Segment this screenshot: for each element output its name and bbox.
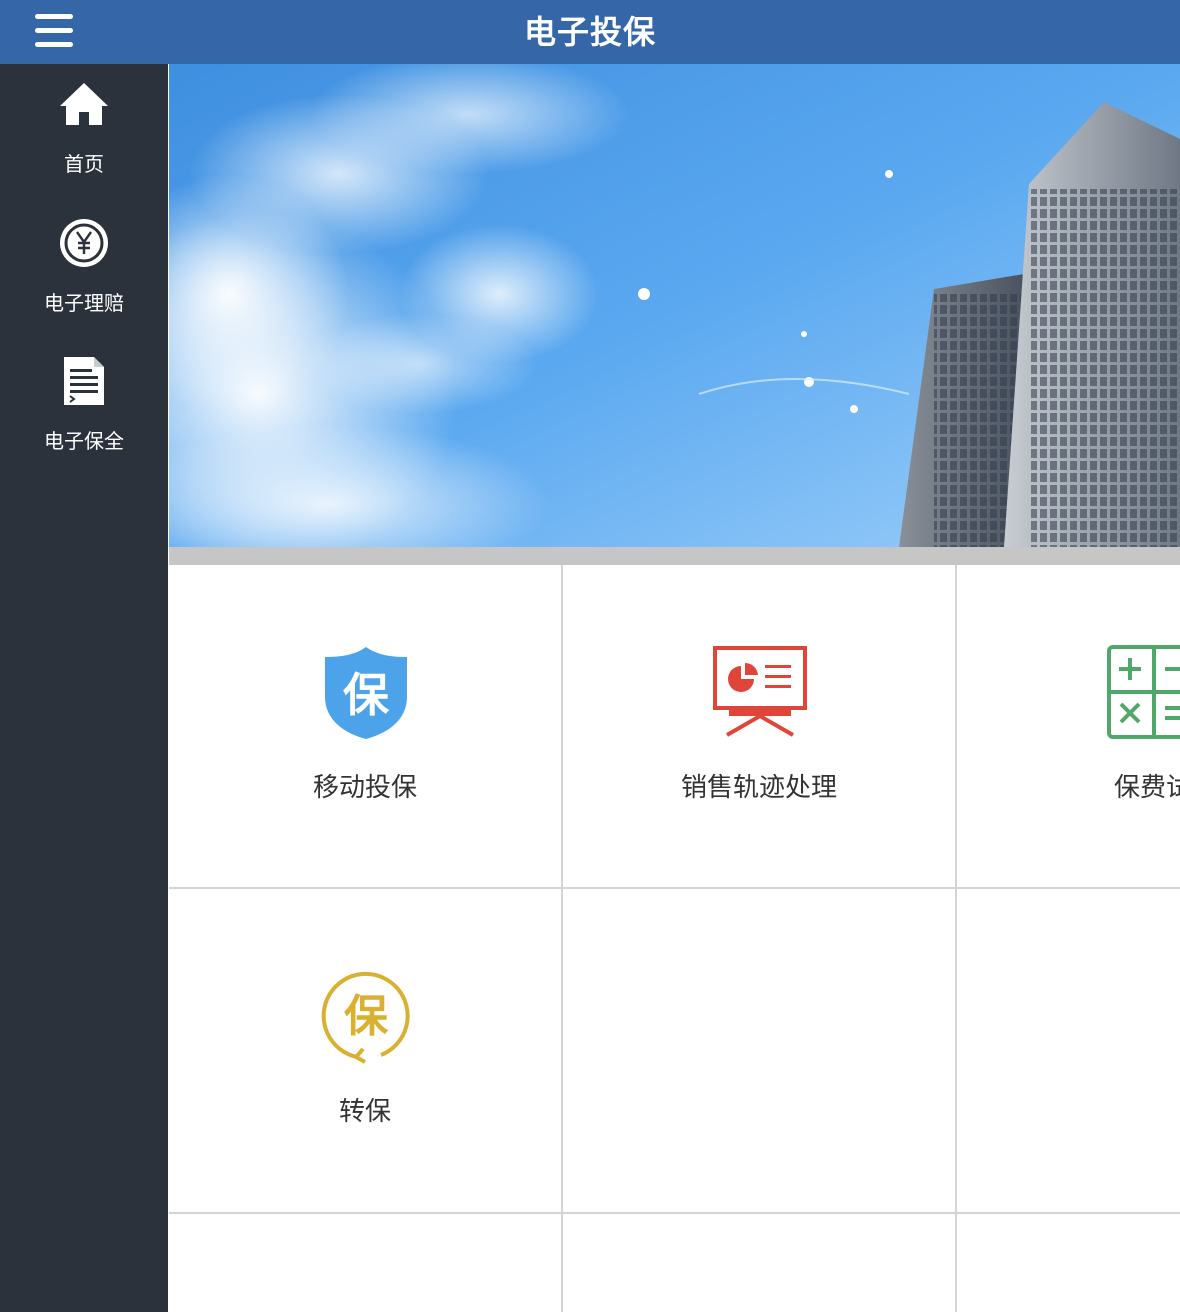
banner-divider <box>169 547 1180 565</box>
tile-label: 保费试 <box>1113 773 1180 803</box>
sky-buildings-illustration <box>169 64 1180 547</box>
presentation-chart-icon <box>713 646 807 737</box>
sidebar-item-preservation[interactable]: 电子保全 <box>0 341 168 471</box>
sidebar-item-label: 电子保全 <box>44 429 124 453</box>
tile-transfer-insure[interactable]: 保 转保 <box>169 889 561 1211</box>
document-icon <box>64 357 104 405</box>
sidebar-item-claims[interactable]: 电子理赔 <box>0 203 168 333</box>
sidebar-item-label: 电子理赔 <box>44 291 124 315</box>
tile-label: 移动投保 <box>312 773 417 803</box>
page-title: 电子投保 <box>523 13 656 51</box>
bao-shield-icon: 保 <box>325 647 407 739</box>
bao-circular-arrow-icon: 保 <box>321 971 410 1064</box>
grid-divider <box>169 1212 1180 1214</box>
tile-premium-calc[interactable]: 保费试 <box>957 565 1180 887</box>
svg-text:保: 保 <box>344 991 389 1042</box>
tile-mobile-insure[interactable]: 保 移动投保 <box>169 565 561 887</box>
banner-image <box>169 64 1180 547</box>
sidebar: 首页 电子理赔 电子保全 <box>0 64 168 1312</box>
home-icon <box>60 83 108 125</box>
function-grid: 保 移动投保 销售轨迹处理 保费试 保 转保 <box>169 565 1180 1312</box>
tile-label: 转保 <box>338 1097 391 1127</box>
app-header: 电子投保 <box>0 0 1180 64</box>
svg-text:保: 保 <box>343 668 390 722</box>
yen-coin-icon <box>60 219 108 267</box>
calculator-icon <box>1107 645 1180 739</box>
tile-sales-track[interactable]: 销售轨迹处理 <box>563 565 955 887</box>
empty-tile <box>957 889 1180 1211</box>
sidebar-item-label: 首页 <box>64 152 104 176</box>
tile-label: 销售轨迹处理 <box>680 773 837 803</box>
sidebar-item-home[interactable]: 首页 <box>0 64 168 194</box>
empty-tile <box>563 889 955 1211</box>
